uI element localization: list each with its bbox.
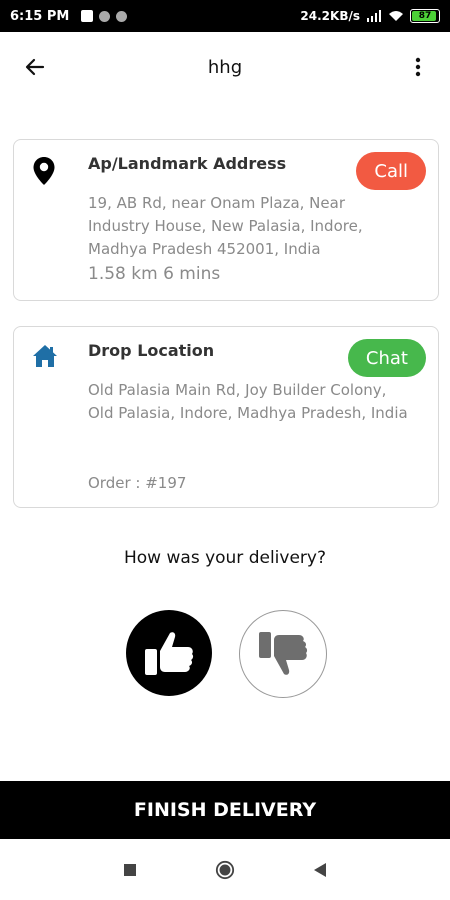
home-button[interactable]	[215, 860, 235, 880]
signal-icon	[367, 10, 381, 22]
square-icon	[124, 864, 136, 876]
status-bar: 6:15 PM 24.2KB/s 87	[0, 0, 450, 32]
drop-address: Old Palasia Main Rd, Joy Builder Colony,…	[88, 381, 408, 422]
arrow-left-icon	[25, 58, 45, 76]
notification-icon	[81, 10, 94, 22]
thumbs-down-button[interactable]	[239, 610, 327, 698]
call-button[interactable]: Call	[356, 152, 426, 190]
wifi-icon	[389, 11, 403, 21]
network-speed: 24.2KB/s	[300, 9, 360, 23]
pickup-address: 19, AB Rd, near Onam Plaza, Near Industr…	[88, 194, 363, 258]
drop-card: Drop Location Chat Old Palasia Main Rd, …	[13, 326, 439, 508]
notification-dot-icon	[99, 10, 111, 22]
drop-title: Drop Location	[88, 341, 215, 360]
circle-icon	[215, 860, 235, 880]
back-nav-button[interactable]	[310, 860, 330, 880]
notification-dot-icon	[116, 10, 128, 22]
app-header: hhg	[0, 32, 450, 102]
feedback-question: How was your delivery?	[124, 548, 326, 568]
thumbs-up-icon	[145, 632, 194, 675]
more-vertical-icon	[415, 57, 421, 77]
home-icon	[32, 343, 57, 373]
triangle-back-icon	[314, 863, 326, 877]
more-options-button[interactable]	[406, 47, 430, 87]
system-nav-bar	[0, 840, 450, 900]
battery-icon: 87	[410, 9, 440, 23]
page-title: hhg	[207, 56, 243, 78]
pickup-title: Ap/Landmark Address	[88, 154, 287, 173]
thumbs-down-icon	[259, 632, 308, 675]
battery-level: 87	[418, 11, 432, 21]
back-button[interactable]	[15, 47, 55, 87]
location-pin-icon	[32, 156, 56, 186]
status-time: 6:15 PM	[10, 8, 70, 24]
distance-time: 1.58 km 6 mins	[88, 264, 221, 284]
chat-button[interactable]: Chat	[347, 339, 426, 377]
finish-delivery-button[interactable]: FINISH DELIVERY	[0, 781, 450, 839]
pickup-card: Ap/Landmark Address Call 19, AB Rd, near…	[13, 139, 439, 301]
thumbs-up-button[interactable]	[126, 610, 212, 696]
recents-button[interactable]	[120, 860, 140, 880]
order-number: Order : #197	[88, 474, 187, 492]
